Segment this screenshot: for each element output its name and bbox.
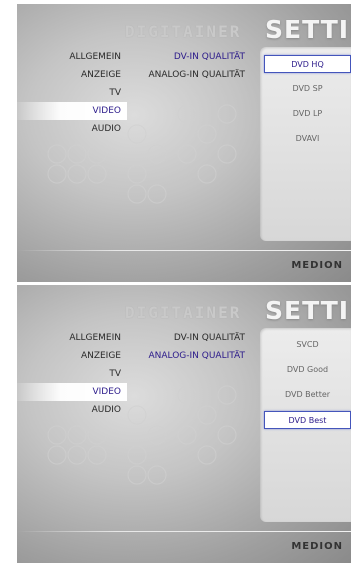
medion-logo: MEDION [291, 260, 343, 271]
submenu: DV-IN QUALITÄT ANALOG-IN QUALITÄT [137, 48, 257, 84]
main-menu: ALLGEMEIN ANZEIGE TV VIDEO AUDIO [17, 48, 127, 138]
main-menu: ALLGEMEIN ANZEIGE TV VIDEO AUDIO [17, 329, 127, 419]
submenu-item-analog-in-quality[interactable]: ANALOG-IN QUALITÄT [137, 347, 257, 365]
submenu: DV-IN QUALITÄT ANALOG-IN QUALITÄT [137, 329, 257, 365]
submenu-item-dv-in-quality[interactable]: DV-IN QUALITÄT [137, 329, 257, 347]
page-title: SETTINGS [265, 15, 351, 44]
menu-item-tv[interactable]: TV [17, 365, 127, 383]
submenu-item-dv-in-quality[interactable]: DV-IN QUALITÄT [137, 48, 257, 66]
settings-screen-top: DIGITAINER SETTINGS ALLGEMEIN ANZEIGE TV… [17, 4, 351, 282]
option-svcd[interactable]: SVCD [264, 336, 351, 354]
menu-item-tv[interactable]: TV [17, 84, 127, 102]
brand-name: DIGITAINER [125, 22, 242, 41]
submenu-item-analog-in-quality[interactable]: ANALOG-IN QUALITÄT [137, 66, 257, 84]
option-dvd-lp[interactable]: DVD LP [264, 105, 351, 123]
menu-item-audio[interactable]: AUDIO [17, 401, 127, 419]
menu-item-anzeige[interactable]: ANZEIGE [17, 66, 127, 84]
menu-item-allgemein[interactable]: ALLGEMEIN [17, 329, 127, 347]
option-dvd-sp[interactable]: DVD SP [264, 80, 351, 98]
divider [17, 250, 351, 251]
page: DIGITAINER SETTINGS ALLGEMEIN ANZEIGE TV… [0, 0, 351, 564]
page-title: SETTINGS [265, 296, 351, 325]
divider [17, 531, 351, 532]
brand-name: DIGITAINER [125, 303, 242, 322]
option-dvd-best[interactable]: DVD Best [264, 411, 351, 429]
menu-item-anzeige[interactable]: ANZEIGE [17, 347, 127, 365]
option-dvd-better[interactable]: DVD Better [264, 386, 351, 404]
menu-item-video[interactable]: VIDEO [17, 383, 127, 401]
options-panel: DVD HQ DVD SP DVD LP DVAVI [260, 47, 351, 241]
menu-item-audio[interactable]: AUDIO [17, 120, 127, 138]
options-panel: SVCD DVD Good DVD Better DVD Best [260, 328, 351, 522]
menu-item-video[interactable]: VIDEO [17, 102, 127, 120]
option-dvavi[interactable]: DVAVI [264, 130, 351, 148]
option-dvd-hq[interactable]: DVD HQ [264, 55, 351, 73]
menu-item-allgemein[interactable]: ALLGEMEIN [17, 48, 127, 66]
medion-logo: MEDION [291, 541, 343, 552]
settings-screen-bottom: DIGITAINER SETTINGS ALLGEMEIN ANZEIGE TV… [17, 285, 351, 563]
option-dvd-good[interactable]: DVD Good [264, 361, 351, 379]
